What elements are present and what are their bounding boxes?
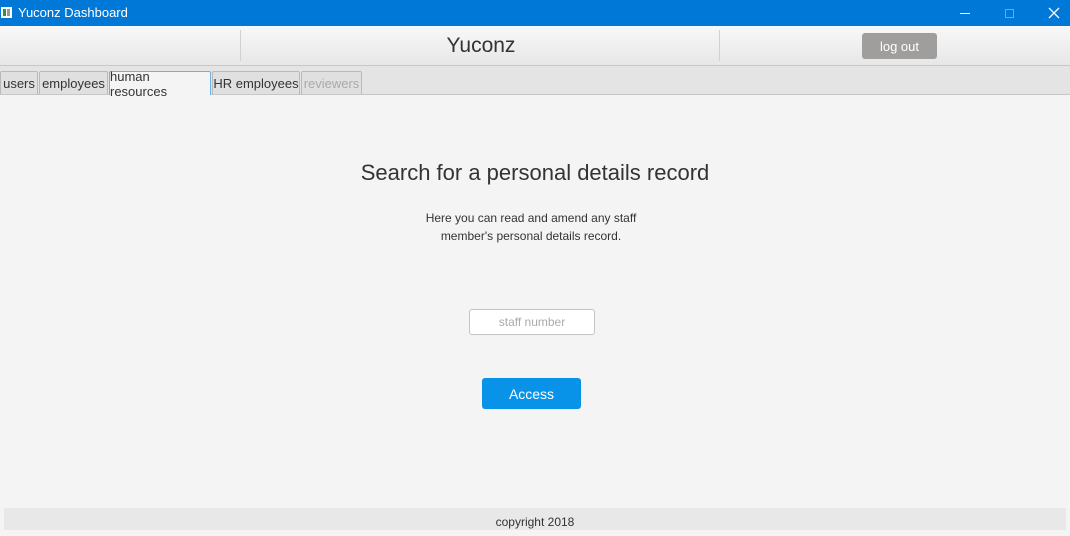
staff-number-input[interactable] [469,309,595,335]
access-button[interactable]: Access [482,378,581,409]
header-divider [719,30,720,61]
window-titlebar: Yuconz Dashboard [0,0,1070,26]
app-icon [1,7,12,18]
description-line: member's personal details record. [440,229,622,243]
brand-title: Yuconz [446,34,516,57]
maximize-button[interactable] [986,0,1032,26]
tab-reviewers: reviewers [301,71,362,94]
tab-employees[interactable]: employees [39,71,108,94]
minimize-button[interactable] [942,0,988,26]
tab-bar: users employees human resources HR emplo… [0,66,1070,99]
app-header: Yuconz log out [0,26,1070,66]
tab-hr-employees[interactable]: HR employees [212,71,300,94]
description-line: Here you can read and amend any staff [425,211,637,225]
header-divider [240,30,241,61]
page-description: Here you can read and amend any staff me… [385,209,677,245]
tab-users[interactable]: users [0,71,38,94]
page-heading: Search for a personal details record [360,160,710,185]
minimize-icon [960,12,970,14]
close-icon [1048,7,1060,19]
maximize-icon [1004,8,1014,18]
tab-human-resources[interactable]: human resources [109,69,211,99]
footer-copyright: copyright 2018 [4,508,1066,530]
window-title: Yuconz Dashboard [18,5,128,20]
logout-button[interactable]: log out [862,33,937,59]
close-button[interactable] [1031,0,1070,26]
